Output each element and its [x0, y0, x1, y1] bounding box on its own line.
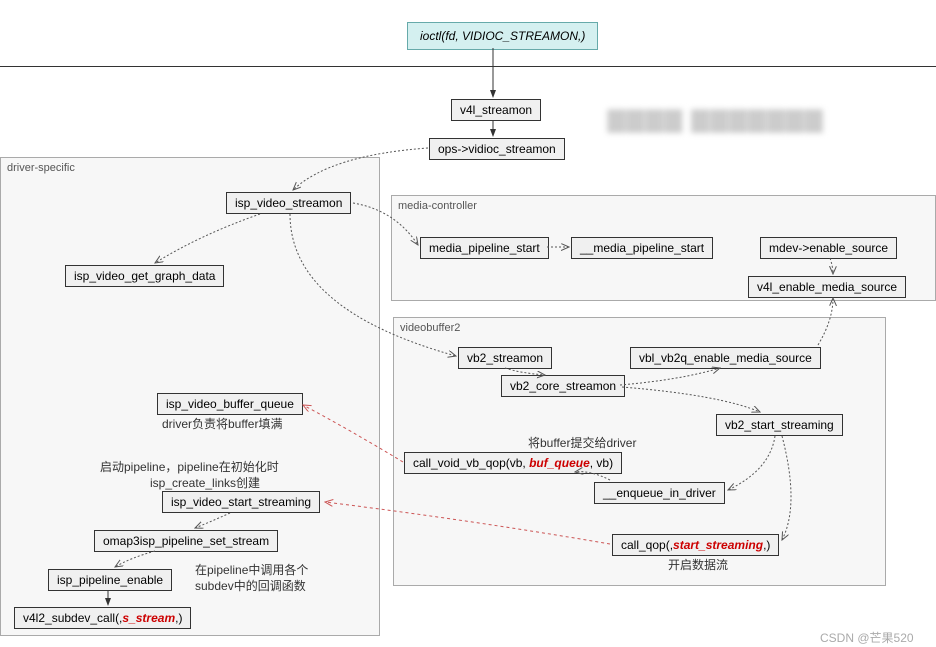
call-void-pre: call_void_vb_qop(vb,: [413, 456, 529, 470]
annotation-subdev-1: 在pipeline中调用各个: [195, 561, 308, 578]
node-vb2-start-streaming: vb2_start_streaming: [716, 414, 843, 436]
node-vbl-vb2q-enable-media-source: vbl_vb2q_enable_media_source: [630, 347, 821, 369]
node-media-pipeline-start: media_pipeline_start: [420, 237, 549, 259]
node-isp-video-streamon: isp_video_streamon: [226, 192, 351, 214]
subdev-call-pre: v4l2_subdev_call(,: [23, 611, 122, 625]
node-omap3isp-pipeline-set-stream: omap3isp_pipeline_set_stream: [94, 530, 278, 552]
annotation-pipeline-1: 启动pipeline，pipeline在初始化时: [100, 458, 279, 475]
node-call-qop: call_qop(,start_streaming,): [612, 534, 779, 556]
call-void-red: buf_queue: [529, 456, 590, 470]
group-label-media: media-controller: [398, 200, 477, 212]
watermark-csdn: CSDN @芒果520: [820, 629, 914, 646]
annotation-stream-note: 开启数据流: [668, 556, 728, 573]
node-ops-vidioc-streamon: ops->vidioc_streamon: [429, 138, 565, 160]
node-v4l-streamon: v4l_streamon: [451, 99, 541, 121]
node-vb2-core-streamon: vb2_core_streamon: [501, 375, 625, 397]
node-mdev-enable-source: mdev->enable_source: [760, 237, 897, 259]
node-v4l-enable-media-source: v4l_enable_media_source: [748, 276, 906, 298]
call-qop-post: ,): [763, 538, 770, 552]
node-v4l2-subdev-call: v4l2_subdev_call(,s_stream,): [14, 607, 191, 629]
annotation-pipeline-2: isp_create_links创建: [150, 474, 260, 491]
group-label-vb2: videobuffer2: [400, 322, 460, 334]
annotation-driver-buffer: driver负责将buffer填满: [162, 415, 282, 432]
annotation-buf-note: 将buffer提交给driver: [528, 434, 636, 451]
node-isp-video-start-streaming: isp_video_start_streaming: [162, 491, 320, 513]
node-media-pipeline-start-internal: __media_pipeline_start: [571, 237, 713, 259]
node-isp-pipeline-enable: isp_pipeline_enable: [48, 569, 172, 591]
call-qop-pre: call_qop(,: [621, 538, 673, 552]
node-vb2-streamon: vb2_streamon: [458, 347, 552, 369]
node-ioctl: ioctl(fd, VIDIOC_STREAMON,): [407, 22, 598, 50]
node-isp-video-get-graph-data: isp_video_get_graph_data: [65, 265, 224, 287]
annotation-subdev-2: subdev中的回调函数: [195, 577, 306, 594]
node-isp-video-buffer-queue: isp_video_buffer_queue: [157, 393, 303, 415]
subdev-call-red: s_stream: [122, 611, 175, 625]
subdev-call-post: ,): [175, 611, 182, 625]
node-call-void-vb-qop: call_void_vb_qop(vb, buf_queue, vb): [404, 452, 622, 474]
node-enqueue-in-driver: __enqueue_in_driver: [594, 482, 725, 504]
watermark-blur: ▇▇▇▇ ▇▇▇▇▇▇▇: [608, 107, 824, 133]
call-qop-red: start_streaming: [673, 538, 763, 552]
group-label-driver: driver-specific: [7, 162, 75, 174]
call-void-post: , vb): [590, 456, 613, 470]
